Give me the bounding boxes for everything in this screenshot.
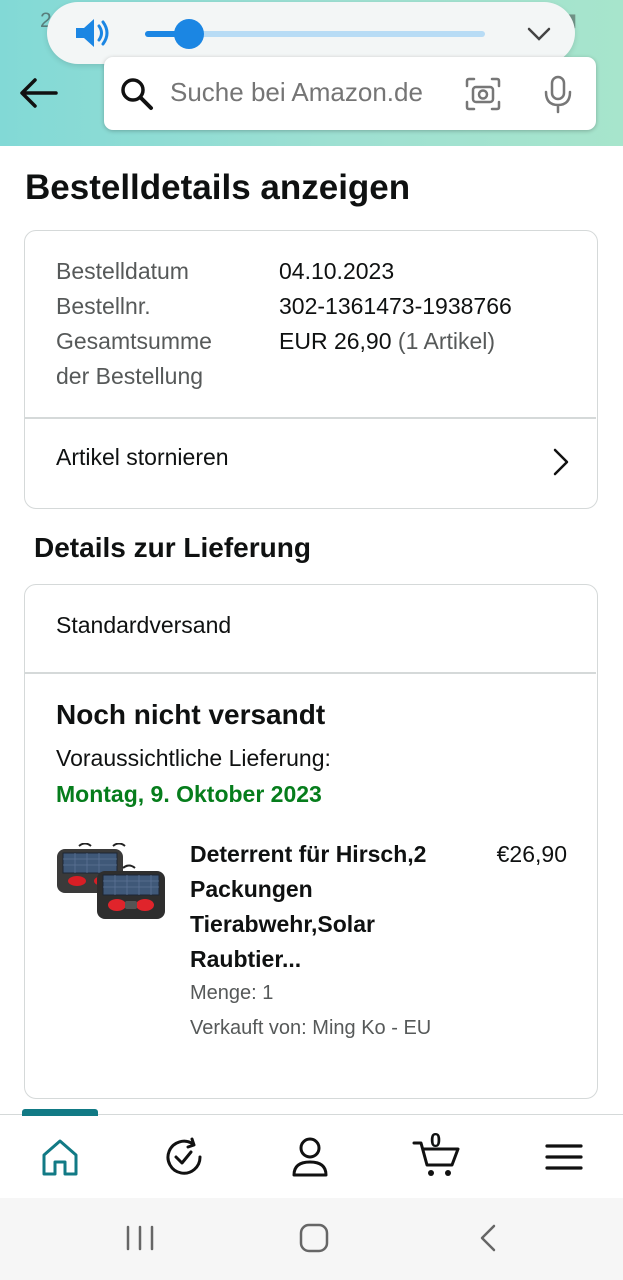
chevron-down-icon[interactable] [525, 20, 553, 48]
cart-button[interactable]: 0 [412, 1130, 462, 1179]
delivery-section-title: Details zur Lieferung [34, 532, 311, 563]
system-navigation-bar [0, 1198, 623, 1280]
bottom-navigation: 0 [0, 1109, 623, 1198]
active-tab-indicator [22, 1109, 98, 1116]
order-total-items: (1 Artikel) [397, 328, 496, 354]
order-summary-card: Bestelldatum 04.10.2023 Bestellnr. 302-1… [24, 230, 598, 509]
product-title-link[interactable]: Deterrent für Hirsch,2 Packungen Tierabw… [190, 837, 460, 977]
cancel-items-row[interactable]: Artikel stornieren [25, 418, 596, 506]
order-date-value: 04.10.2023 [279, 258, 395, 284]
order-number-label: Bestellnr. [56, 293, 151, 319]
home-icon[interactable] [36, 1135, 84, 1179]
delivery-card: Standardversand Noch nicht versandt Vora… [24, 584, 598, 1099]
chevron-right-icon [553, 448, 569, 476]
order-total-amount: EUR 26,90 [279, 328, 392, 354]
volume-panel[interactable] [47, 2, 575, 64]
product-seller: Verkauft von: Ming Ko - EU [190, 1017, 432, 1039]
microphone-icon[interactable] [542, 74, 574, 114]
order-total-label-2: der Bestellung [56, 363, 204, 389]
order-total-label-1: Gesamtsumme [56, 328, 212, 354]
cancel-items-label: Artikel stornieren [56, 444, 229, 470]
expected-delivery-date: Montag, 9. Oktober 2023 [56, 781, 322, 807]
product-image[interactable] [55, 843, 167, 927]
page-title: Bestelldetails anzeigen [25, 168, 411, 207]
order-number-value: 302-1361473-1938766 [279, 293, 512, 319]
camera-scan-icon[interactable] [464, 76, 502, 112]
expected-delivery-label: Voraussichtliche Lieferung: [56, 745, 331, 771]
shipment-status: Noch nicht versandt [56, 699, 326, 730]
back-button-icon[interactable] [468, 1220, 508, 1256]
account-icon[interactable] [286, 1135, 334, 1179]
app-header: 20:46 ◔ ◠ ☎ ▮ [0, 0, 623, 146]
recent-apps-icon[interactable] [120, 1220, 160, 1256]
back-arrow-icon[interactable] [18, 76, 60, 110]
home-button-icon[interactable] [294, 1220, 334, 1256]
product-price: €26,90 [496, 841, 567, 867]
volume-knob[interactable] [174, 19, 205, 49]
order-date-label: Bestelldatum [56, 258, 189, 284]
divider [25, 672, 596, 674]
shipping-method: Standardversand [56, 612, 232, 638]
cart-count: 0 [430, 1130, 442, 1152]
search-icon [121, 78, 153, 110]
search-bar[interactable] [104, 57, 596, 130]
menu-icon[interactable] [540, 1135, 588, 1179]
volume-slider[interactable] [145, 19, 485, 49]
orders-icon[interactable] [160, 1135, 208, 1179]
speaker-icon[interactable] [73, 16, 113, 50]
order-total-value: EUR 26,90 (1 Artikel) [279, 324, 495, 359]
search-input[interactable] [170, 77, 460, 108]
product-quantity: Menge: 1 [190, 982, 274, 1004]
